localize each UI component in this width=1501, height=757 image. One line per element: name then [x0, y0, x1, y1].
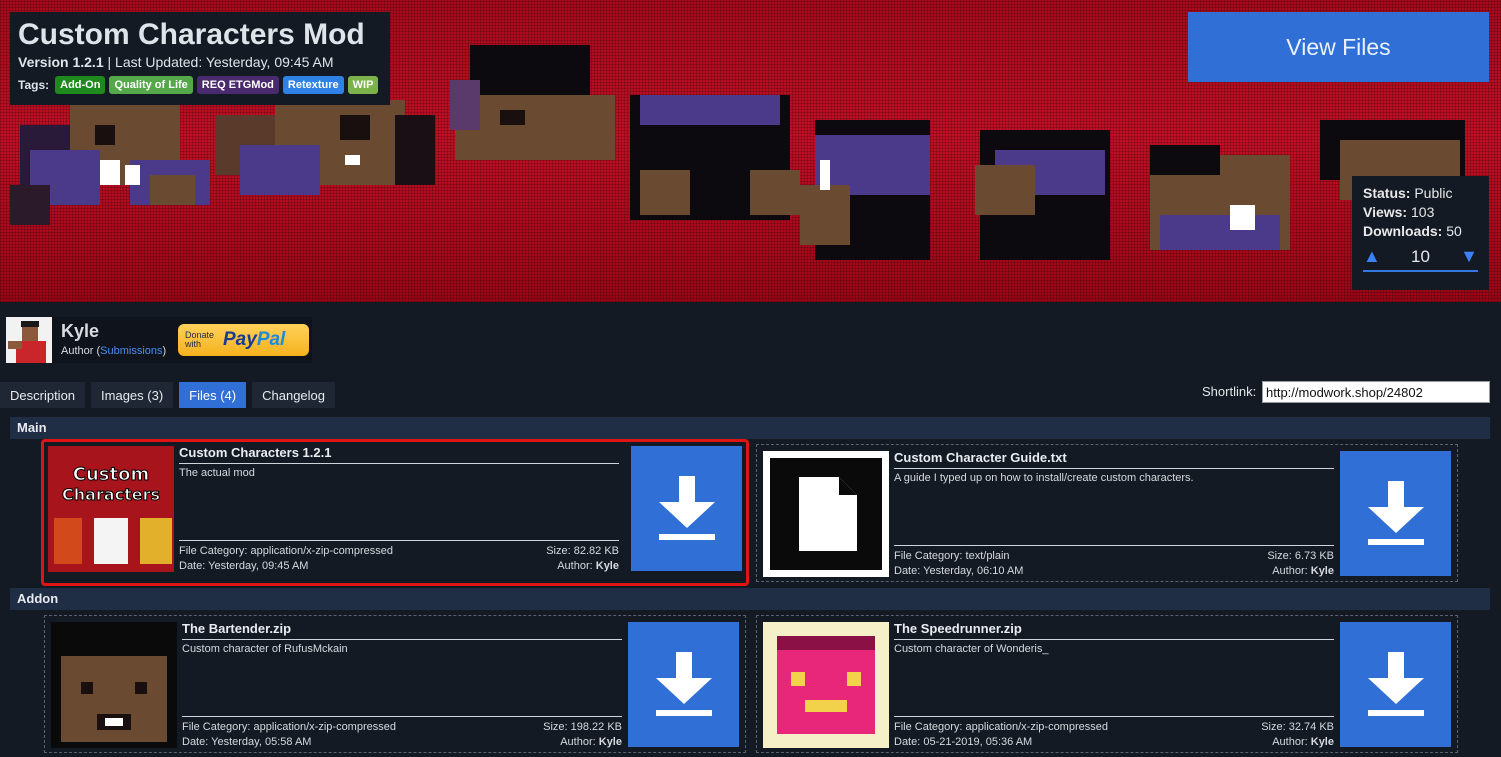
- file-description: Custom character of Wonderis_: [894, 643, 1049, 655]
- file-meta: File Category: text/plain Size: 6.73 KB D…: [894, 545, 1334, 579]
- author-avatar[interactable]: [6, 317, 52, 363]
- tab-description[interactable]: Description: [0, 382, 86, 408]
- file-date: Date: 05-21-2019, 05:36 AM: [894, 736, 1033, 748]
- arrow-down-icon[interactable]: ▼: [1460, 247, 1478, 266]
- vote-control: ▲ 10 ▼: [1363, 247, 1478, 272]
- paypal-logo-pay: Pay: [223, 329, 257, 350]
- section-addon-header: Addon: [10, 588, 1490, 610]
- file-size: Size: 82.82 KB: [546, 545, 619, 557]
- status-value: Public: [1414, 185, 1453, 201]
- file-date: Date: Yesterday, 06:10 AM: [894, 565, 1024, 577]
- downloads-label: Downloads:: [1363, 223, 1443, 239]
- file-name[interactable]: The Speedrunner.zip: [894, 621, 1334, 640]
- tab-files[interactable]: Files (4): [179, 382, 247, 408]
- file-thumbnail: Custom Characters: [48, 446, 174, 572]
- file-date: Date: Yesterday, 09:45 AM: [179, 560, 309, 572]
- tag-retexture[interactable]: Retexture: [282, 76, 344, 94]
- paypal-logo-pal: Pal: [256, 329, 286, 350]
- tags-label: Tags:: [18, 78, 50, 92]
- thumb-title-line-2: Characters: [62, 485, 160, 504]
- file-author: Kyle: [1310, 736, 1334, 748]
- file-author: Kyle: [598, 736, 622, 748]
- version-label: Version 1.2.1: [18, 54, 104, 70]
- tag-add-on[interactable]: Add-On: [55, 76, 106, 94]
- file-description: A guide I typed up on how to install/cre…: [894, 472, 1194, 484]
- document-icon: [799, 477, 857, 551]
- file-category: File Category: application/x-zip-compres…: [182, 721, 396, 733]
- download-icon: [658, 475, 715, 540]
- file-date: Date: Yesterday, 05:58 AM: [182, 736, 312, 748]
- file-name[interactable]: Custom Characters 1.2.1: [179, 445, 619, 464]
- download-button[interactable]: [1340, 622, 1451, 747]
- file-card: The Bartender.zip Custom character of Ru…: [44, 615, 746, 753]
- shortlink-input[interactable]: [1262, 381, 1490, 403]
- file-name[interactable]: The Bartender.zip: [182, 621, 622, 640]
- last-updated: Last Updated: Yesterday, 09:45 AM: [115, 54, 334, 70]
- mod-title-panel: Custom Characters Mod Version 1.2.1 | La…: [10, 12, 390, 105]
- file-meta: File Category: application/x-zip-compres…: [182, 716, 622, 750]
- file-meta: File Category: application/x-zip-compres…: [179, 540, 619, 574]
- status-label: Status:: [1363, 185, 1411, 201]
- file-category: File Category: application/x-zip-compres…: [894, 721, 1108, 733]
- views-label: Views:: [1363, 204, 1408, 220]
- download-icon: [1367, 651, 1424, 716]
- file-description: The actual mod: [179, 467, 255, 479]
- view-files-button[interactable]: View Files: [1188, 12, 1489, 82]
- download-icon: [655, 651, 712, 716]
- file-thumbnail: [763, 451, 889, 577]
- file-card: Custom Characters Custom Characters 1.2.…: [41, 439, 749, 586]
- mod-title: Custom Characters Mod: [18, 18, 365, 51]
- file-meta: File Category: application/x-zip-compres…: [894, 716, 1334, 750]
- download-button[interactable]: [631, 446, 742, 571]
- file-author: Kyle: [595, 560, 619, 572]
- tag-wip[interactable]: WIP: [347, 76, 379, 94]
- file-size: Size: 32.74 KB: [1261, 721, 1334, 733]
- file-author: Kyle: [1310, 565, 1334, 577]
- donate-paypal-button[interactable]: Donate with Pay Pal: [178, 324, 309, 356]
- mod-meta: Version 1.2.1 | Last Updated: Yesterday,…: [18, 54, 334, 70]
- download-button[interactable]: [1340, 451, 1451, 576]
- tag-quality-of-life[interactable]: Quality of Life: [109, 76, 193, 94]
- stats-panel: Status: Public Views: 103 Downloads: 50 …: [1352, 176, 1489, 290]
- views-value: 103: [1411, 204, 1435, 220]
- shortlink-label: Shortlink:: [1202, 384, 1257, 399]
- author-role: Author (Submissions): [61, 345, 167, 357]
- tab-images[interactable]: Images (3): [91, 382, 174, 408]
- downloads-value: 50: [1446, 223, 1462, 239]
- file-category: File Category: text/plain: [894, 550, 1010, 562]
- file-thumbnail: [51, 622, 177, 748]
- submissions-link[interactable]: Submissions: [100, 345, 162, 357]
- tags-row: Tags: Add-On Quality of Life REQ ETGMod …: [18, 76, 382, 94]
- file-category: File Category: application/x-zip-compres…: [179, 545, 393, 557]
- vote-count: 10: [1411, 247, 1430, 266]
- download-icon: [1367, 480, 1424, 545]
- content-tabs: Description Images (3) Files (4) Changel…: [0, 382, 336, 408]
- thumb-title-line-1: Custom: [73, 464, 149, 485]
- file-card: The Speedrunner.zip Custom character of …: [756, 615, 1458, 753]
- file-name[interactable]: Custom Character Guide.txt: [894, 450, 1334, 469]
- mod-banner: Custom Characters Mod Version 1.2.1 | La…: [0, 0, 1501, 302]
- tab-changelog[interactable]: Changelog: [252, 382, 336, 408]
- file-description: Custom character of RufusMckain: [182, 643, 348, 655]
- tag-req-etgmod[interactable]: REQ ETGMod: [196, 76, 279, 94]
- author-name[interactable]: Kyle: [61, 321, 99, 342]
- file-card: Custom Character Guide.txt A guide I typ…: [756, 444, 1458, 582]
- arrow-up-icon[interactable]: ▲: [1363, 247, 1381, 266]
- file-size: Size: 198.22 KB: [543, 721, 622, 733]
- file-thumbnail: [763, 622, 889, 748]
- author-panel: Kyle Author (Submissions) Donate with Pay…: [6, 317, 312, 363]
- download-button[interactable]: [628, 622, 739, 747]
- section-main-header: Main: [10, 417, 1490, 439]
- file-size: Size: 6.73 KB: [1267, 550, 1334, 562]
